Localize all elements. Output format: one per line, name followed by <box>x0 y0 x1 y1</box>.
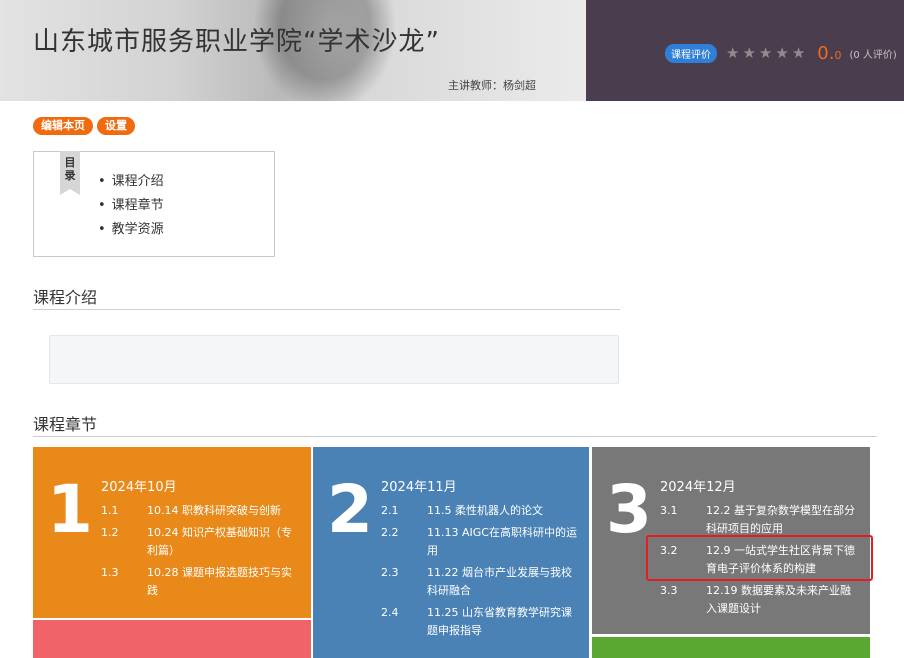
rating-count: (0 人评价) <box>849 49 897 61</box>
star-icon[interactable]: ★ <box>792 45 805 61</box>
chapter-number: 3 <box>606 471 652 548</box>
toc-item-chapters[interactable]: 课程章节 <box>98 194 164 218</box>
chapter-month: 2024年10月 <box>101 480 177 495</box>
toc-item-intro[interactable]: 课程介绍 <box>98 170 164 194</box>
toc-list: 课程介绍 课程章节 教学资源 <box>98 170 164 242</box>
rating-score: 0.0 <box>817 42 842 64</box>
rating-stars[interactable]: ★ ★ ★ ★ ★ <box>726 45 805 61</box>
settings-button[interactable]: 设置 <box>97 117 135 135</box>
chapter-tile-4[interactable] <box>33 620 311 658</box>
lesson-item[interactable]: 3.3 12.19 数据要素及未来产业融入课题设计 <box>660 582 860 618</box>
lesson-item[interactable]: 3.1 12.2 基于复杂数学模型在部分科研项目的应用 <box>660 502 860 538</box>
lesson-item[interactable]: 2.4 11.25 山东省教育教学研究课题申报指导 <box>381 604 581 640</box>
star-icon[interactable]: ★ <box>759 45 772 61</box>
lesson-item[interactable]: 1.2 10.24 知识产权基础知识（专利篇） <box>101 524 301 560</box>
chapter-month: 2024年11月 <box>381 480 457 495</box>
course-banner: 山东城市服务职业学院“学术沙龙” 主讲教师：杨剑超 课程评价 ★ ★ ★ ★ ★… <box>0 0 904 101</box>
table-of-contents: 目录 课程介绍 课程章节 教学资源 <box>33 151 275 257</box>
chapter-tile-1[interactable]: 1 2024年10月 1.1 10.14 职教科研突破与创新 1.2 10.24 知… <box>33 447 311 618</box>
chapter-number: 2 <box>327 471 373 548</box>
star-icon[interactable]: ★ <box>726 45 739 61</box>
lesson-item[interactable]: 2.2 11.13 AIGC在高职科研中的运用 <box>381 524 581 560</box>
edit-page-button[interactable]: 编辑本页 <box>33 117 93 135</box>
lesson-item[interactable]: 1.1 10.14 职教科研突破与创新 <box>101 502 301 520</box>
section-divider <box>33 436 877 437</box>
intro-content-box <box>49 335 619 384</box>
lesson-item[interactable]: 2.1 11.5 柔性机器人的论文 <box>381 502 581 520</box>
teacher-label: 主讲教师：杨剑超 <box>448 79 536 92</box>
section-title-chapters: 课程章节 <box>33 415 98 434</box>
star-icon[interactable]: ★ <box>742 45 755 61</box>
course-title: 山东城市服务职业学院“学术沙龙” <box>33 27 440 57</box>
course-rating: 课程评价 ★ ★ ★ ★ ★ 0.0 (0 人评价) <box>665 42 897 64</box>
chapter-tile-2[interactable]: 2 2024年11月 2.1 11.5 柔性机器人的论文 2.2 11.13 AIG… <box>313 447 589 658</box>
chapter-tile-5[interactable] <box>592 637 870 658</box>
lesson-highlight-box <box>646 535 873 581</box>
section-title-intro: 课程介绍 <box>33 288 98 307</box>
section-divider <box>33 309 620 310</box>
course-page: 山东城市服务职业学院“学术沙龙” 主讲教师：杨剑超 课程评价 ★ ★ ★ ★ ★… <box>0 0 904 658</box>
page-actions: 编辑本页 设置 <box>33 117 135 135</box>
lesson-item[interactable]: 2.3 11.22 烟台市产业发展与我校科研融合 <box>381 564 581 600</box>
chapter-number: 1 <box>47 471 93 548</box>
toc-ribbon: 目录 <box>60 151 80 195</box>
chapter-month: 2024年12月 <box>660 480 736 495</box>
lesson-item[interactable]: 1.3 10.28 课题申报选题技巧与实践 <box>101 564 301 600</box>
toc-item-resources[interactable]: 教学资源 <box>98 218 164 242</box>
chapter-lessons: 2.1 11.5 柔性机器人的论文 2.2 11.13 AIGC在高职科研中的运用 … <box>381 502 581 644</box>
chapter-lessons: 1.1 10.14 职教科研突破与创新 1.2 10.24 知识产权基础知识（专利篇… <box>101 502 301 604</box>
star-icon[interactable]: ★ <box>775 45 788 61</box>
rating-badge[interactable]: 课程评价 <box>665 43 717 63</box>
